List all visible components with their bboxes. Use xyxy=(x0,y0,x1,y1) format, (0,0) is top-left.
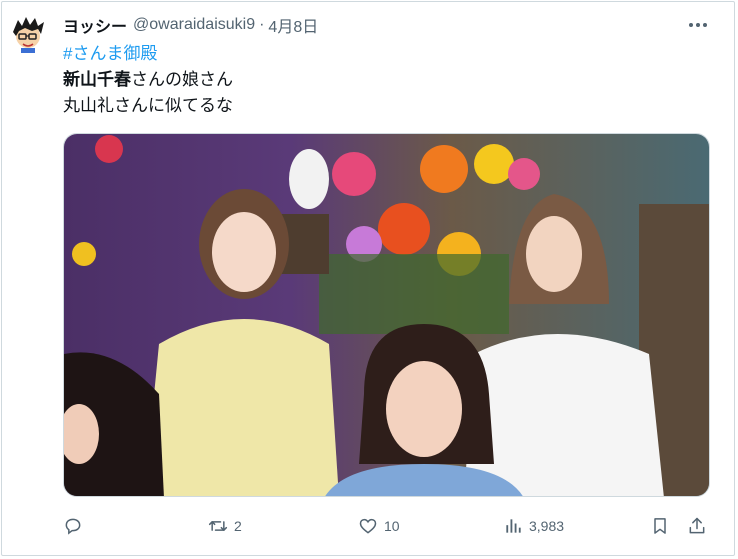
like-count: 10 xyxy=(384,518,400,534)
like-button[interactable]: 10 xyxy=(358,512,400,540)
bookmark-icon xyxy=(654,518,666,534)
tweet-text: #さんま御殿 新山千春さんの娘さん 丸山礼さんに似てるな xyxy=(63,41,703,119)
action-bar: 2 10 3,983 xyxy=(63,512,713,540)
bold-name: 新山千春 xyxy=(63,70,131,89)
more-options-button[interactable] xyxy=(686,16,710,34)
reply-button[interactable] xyxy=(63,512,83,540)
share-icon xyxy=(689,517,705,534)
views-button[interactable]: 3,983 xyxy=(503,512,564,540)
post-date[interactable]: 4月8日 xyxy=(268,13,318,37)
reply-icon xyxy=(65,518,81,535)
repost-icon xyxy=(208,521,228,531)
heart-icon xyxy=(359,518,377,534)
bookmark-button[interactable] xyxy=(650,512,670,540)
analytics-icon xyxy=(506,519,521,533)
user-handle[interactable]: @owaraidaisuki9 xyxy=(133,16,255,34)
hashtag-link[interactable]: #さんま御殿 xyxy=(63,41,703,67)
display-name[interactable]: ヨッシー xyxy=(63,13,127,37)
tweet-header: ヨッシー @owaraidaisuki9 · 4月8日 xyxy=(63,14,318,36)
text-line-2: さんの娘さん xyxy=(131,70,233,89)
share-button[interactable] xyxy=(687,512,707,540)
views-count: 3,983 xyxy=(529,518,565,534)
separator-dot: · xyxy=(259,16,265,33)
post-photo[interactable] xyxy=(63,133,710,497)
more-icon xyxy=(689,23,707,27)
repost-button[interactable]: 2 xyxy=(208,512,242,540)
avatar[interactable] xyxy=(10,14,46,54)
repost-count: 2 xyxy=(234,518,242,534)
text-line-3: 丸山礼さんに似てるな xyxy=(63,96,233,115)
